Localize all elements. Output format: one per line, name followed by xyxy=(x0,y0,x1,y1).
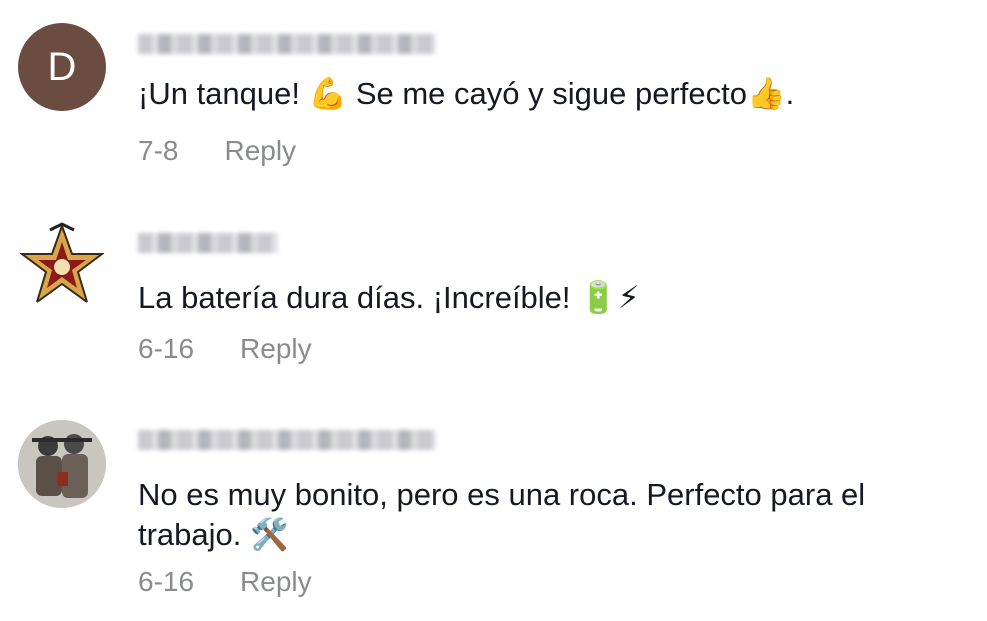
comment-date: 6-16 xyxy=(138,566,195,597)
soldier-photo-avatar-icon xyxy=(18,420,106,508)
reply-button[interactable]: Reply xyxy=(240,566,312,598)
comment-meta: 6-16 Reply xyxy=(138,566,312,598)
username-redacted[interactable] xyxy=(138,430,436,450)
comment-text: No es muy bonito, pero es una roca. Perf… xyxy=(138,477,874,552)
avatar[interactable] xyxy=(18,420,106,508)
comment-item: No es muy bonito, pero es una roca. Perf… xyxy=(0,0,987,621)
